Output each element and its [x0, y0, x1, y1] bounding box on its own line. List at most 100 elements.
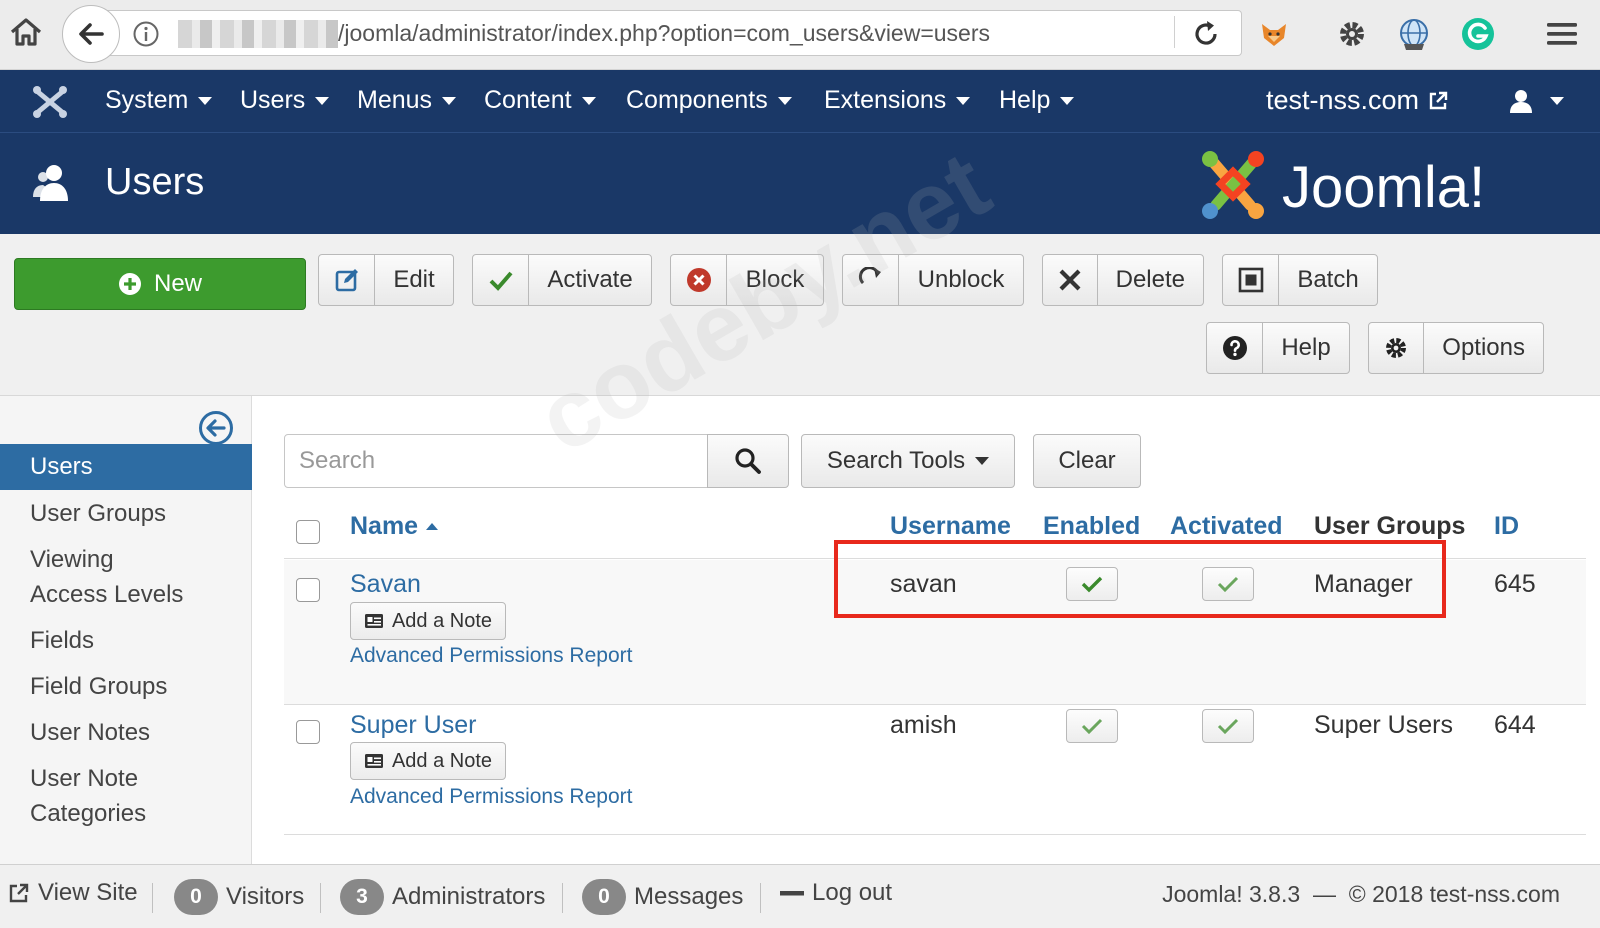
nav-help-label: Help: [999, 86, 1051, 114]
column-id-sort[interactable]: ID: [1494, 512, 1519, 541]
nav-system[interactable]: System: [105, 86, 213, 115]
nav-extensions[interactable]: Extensions: [824, 86, 971, 115]
logout-link[interactable]: Log out: [780, 879, 892, 907]
minus-icon: [780, 891, 804, 896]
batch-button-label: Batch: [1297, 266, 1359, 293]
question-circle-icon: [1222, 336, 1247, 360]
user-menu[interactable]: [1508, 88, 1564, 114]
note-card-icon: [364, 614, 383, 628]
search-button[interactable]: [707, 434, 789, 488]
edit-button-label: Edit: [393, 266, 435, 293]
reload-icon[interactable]: [1190, 18, 1222, 50]
hamburger-menu-icon[interactable]: [1544, 16, 1580, 52]
delete-button[interactable]: Delete: [1042, 254, 1204, 306]
joomla-logo-icon[interactable]: [30, 84, 70, 120]
select-all-checkbox[interactable]: [296, 520, 320, 544]
add-note-label: Add a Note: [391, 609, 493, 632]
delete-button-label: Delete: [1115, 266, 1185, 293]
search-tools-button[interactable]: Search Tools: [801, 434, 1015, 488]
visitors-link[interactable]: 0 Visitors: [174, 879, 304, 915]
caret-down-icon: [581, 96, 596, 105]
logout-label: Log out: [812, 879, 893, 906]
activate-button[interactable]: Activate: [472, 254, 652, 306]
toolbar: New Edit Activate Block Unblock Delete B…: [0, 234, 1600, 396]
nav-components-label: Components: [626, 86, 768, 114]
nav-content[interactable]: Content: [484, 86, 596, 115]
sidebar-item-field-groups[interactable]: Field Groups: [0, 669, 252, 704]
grammarly-icon[interactable]: [1460, 16, 1496, 52]
sidebar-item-users[interactable]: Users: [0, 444, 252, 490]
external-link-icon: [9, 883, 29, 903]
enabled-toggle[interactable]: [1066, 709, 1118, 743]
edit-button[interactable]: Edit: [318, 254, 454, 306]
row-checkbox[interactable]: [296, 720, 320, 744]
nav-components[interactable]: Components: [626, 86, 792, 115]
site-link[interactable]: test-nss.com: [1266, 85, 1449, 116]
id-cell: 644: [1494, 711, 1536, 739]
caret-down-icon: [975, 457, 990, 465]
browser-toolbar: /joomla/administrator/index.php?option=c…: [0, 0, 1600, 70]
column-username-sort[interactable]: Username: [890, 512, 1011, 541]
site-name: test-nss.com: [1266, 85, 1420, 115]
fox-extension-icon[interactable]: [1256, 16, 1292, 52]
back-button[interactable]: [62, 5, 120, 63]
row-checkbox[interactable]: [296, 578, 320, 602]
column-activated-sort[interactable]: Activated: [1170, 512, 1283, 541]
url-text[interactable]: /joomla/administrator/index.php?option=c…: [338, 20, 990, 47]
nav-menus[interactable]: Menus: [357, 86, 457, 115]
administrators-label: Administrators: [392, 883, 546, 910]
user-name-link[interactable]: Super User: [350, 711, 476, 740]
sidebar-item-viewing[interactable]: Viewing: [0, 542, 252, 577]
column-enabled-sort[interactable]: Enabled: [1043, 512, 1140, 541]
note-card-icon: [364, 754, 383, 768]
nav-users[interactable]: Users: [240, 86, 330, 115]
messages-link[interactable]: 0 Messages: [582, 879, 743, 915]
user-groups-cell: Super Users: [1314, 711, 1453, 739]
add-note-button[interactable]: Add a Note: [350, 602, 506, 640]
view-site-link[interactable]: View Site: [8, 879, 138, 907]
sidebar-item-categories[interactable]: Categories: [0, 796, 252, 831]
nav-extensions-label: Extensions: [824, 86, 947, 114]
caret-down-icon: [956, 96, 971, 105]
block-button[interactable]: Block: [670, 254, 824, 306]
visitors-label: Visitors: [226, 883, 305, 910]
sidebar-item-user-notes[interactable]: User Notes: [0, 715, 252, 750]
help-button[interactable]: Help: [1206, 322, 1350, 374]
sidebar-item-fields[interactable]: Fields: [0, 623, 252, 658]
gear-icon: [1386, 338, 1407, 358]
column-user-groups: User Groups: [1314, 512, 1466, 540]
gear-icon[interactable]: [1334, 16, 1370, 52]
admin-navbar: System Users Menus Content Components Ex…: [0, 70, 1600, 132]
activated-toggle[interactable]: [1202, 709, 1254, 743]
nav-menus-label: Menus: [357, 86, 433, 114]
collapse-sidebar-icon[interactable]: [198, 410, 234, 446]
permissions-report-link[interactable]: Advanced Permissions Report: [350, 785, 632, 809]
add-note-button[interactable]: Add a Note: [350, 742, 506, 780]
search-icon: [735, 448, 761, 474]
permissions-report-link[interactable]: Advanced Permissions Report: [350, 644, 632, 668]
options-button[interactable]: Options: [1368, 322, 1544, 374]
column-name-sort[interactable]: Name: [350, 512, 439, 541]
globe-icon[interactable]: [1396, 16, 1432, 52]
footer-copyright: Joomla! 3.8.3 — © 2018 test-nss.com: [1162, 881, 1560, 908]
main-content: Search Search Tools Clear Name Username …: [252, 396, 1600, 884]
nav-help[interactable]: Help: [999, 86, 1075, 115]
sidebar-item-user-groups[interactable]: User Groups: [0, 496, 252, 531]
search-input[interactable]: Search: [284, 434, 708, 488]
edit-icon: [335, 269, 358, 292]
info-icon[interactable]: [132, 20, 160, 48]
sidebar-item-user-note[interactable]: User Note: [0, 761, 252, 796]
unblock-button[interactable]: Unblock: [842, 254, 1024, 306]
user-name-link[interactable]: Savan: [350, 570, 421, 599]
caret-down-icon: [777, 96, 792, 105]
options-button-label: Options: [1442, 334, 1525, 361]
administrators-link[interactable]: 3 Administrators: [340, 879, 545, 915]
new-button[interactable]: New: [14, 258, 306, 310]
activate-button-label: Activate: [547, 266, 633, 293]
footer-dash: —: [1312, 881, 1336, 907]
sidebar-item-access-levels[interactable]: Access Levels: [0, 577, 252, 612]
home-icon[interactable]: [8, 14, 44, 50]
clear-button[interactable]: Clear: [1033, 434, 1141, 488]
batch-button[interactable]: Batch: [1222, 254, 1378, 306]
sidebar: Users User Groups Viewing Access Levels …: [0, 396, 252, 884]
